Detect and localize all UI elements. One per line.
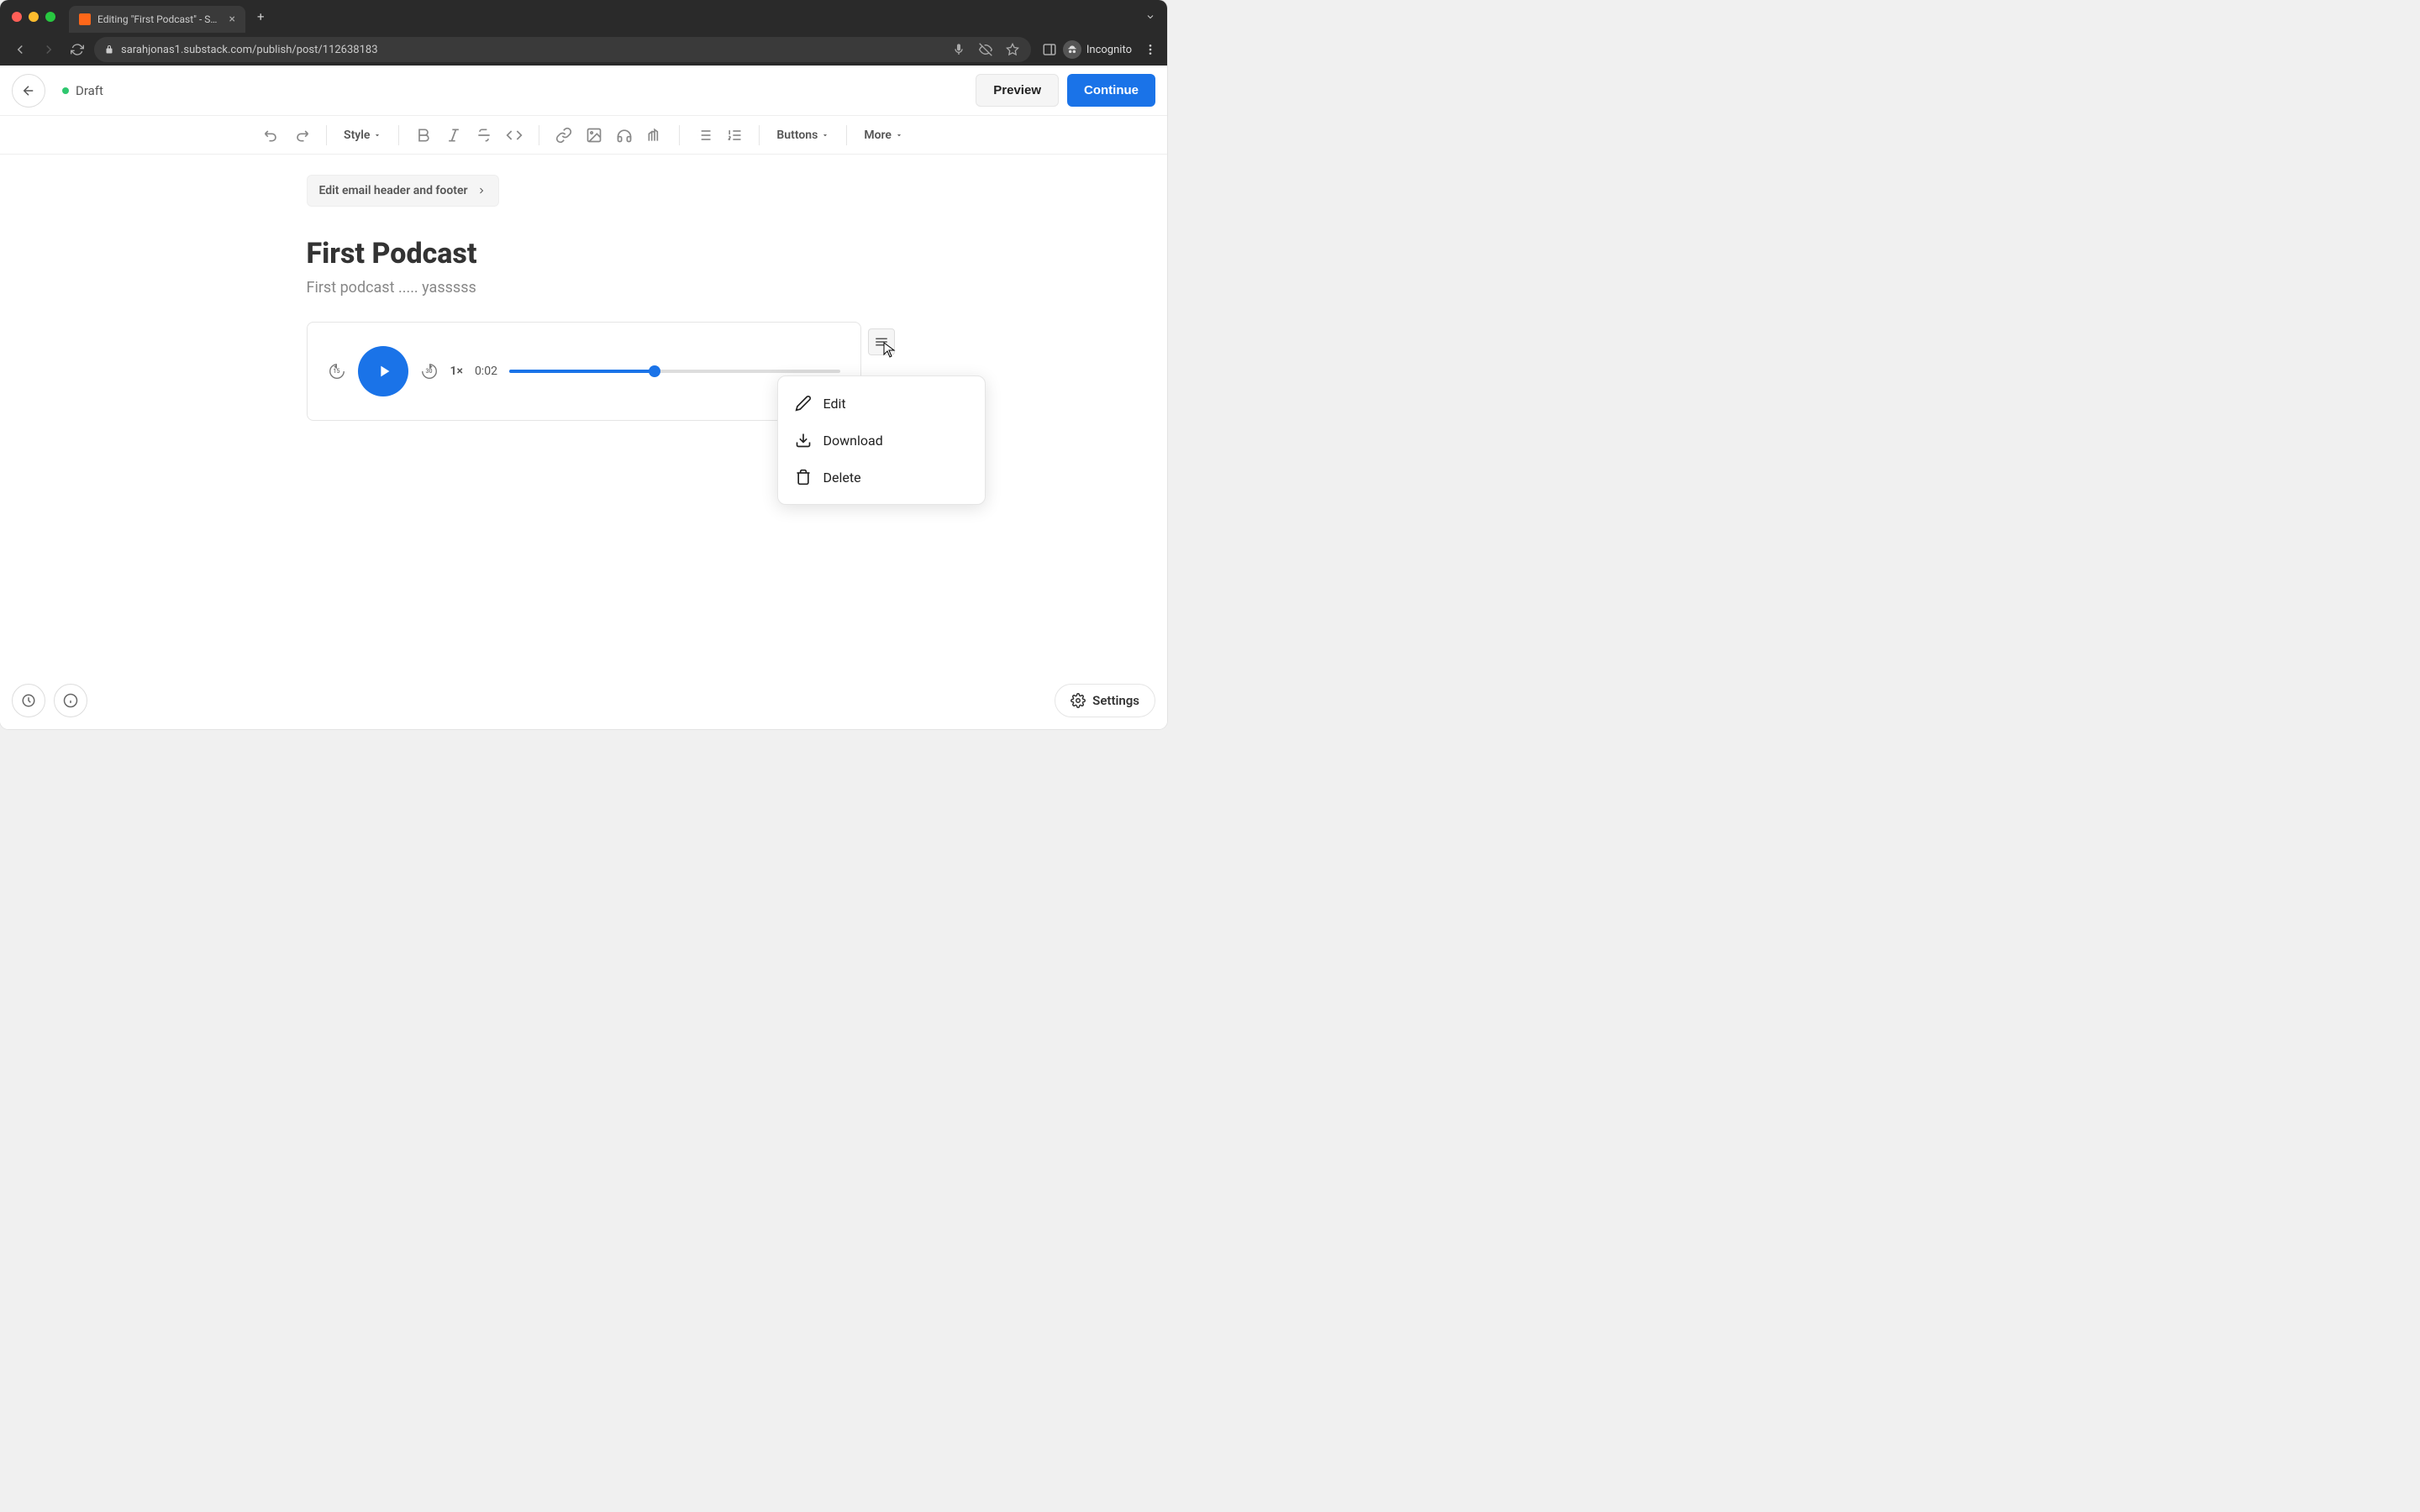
continue-button[interactable]: Continue [1067, 74, 1155, 107]
reload-button[interactable] [66, 38, 89, 61]
buttons-dropdown[interactable]: Buttons [770, 129, 836, 142]
browser-titlebar: Editing "First Podcast" - Subst × + [0, 0, 1167, 34]
audio-button[interactable] [610, 121, 639, 150]
app-content: Draft Preview Continue Style [0, 66, 1167, 729]
progress-fill [509, 370, 655, 373]
incognito-label: Incognito [1086, 44, 1132, 56]
editor-back-button[interactable] [12, 74, 45, 108]
italic-button[interactable] [439, 121, 468, 150]
post-title[interactable]: First Podcast [307, 237, 861, 270]
back-button[interactable] [8, 38, 32, 61]
audio-progress-slider[interactable] [509, 370, 840, 373]
voiceover-button[interactable] [640, 121, 669, 150]
menu-item-delete[interactable]: Delete [778, 459, 985, 496]
play-icon [375, 362, 393, 381]
bold-button[interactable] [409, 121, 438, 150]
history-icon [21, 693, 36, 708]
time-current: 0:02 [475, 365, 497, 378]
editor-area[interactable]: Edit email header and footer First Podca… [0, 155, 1167, 729]
preview-button[interactable]: Preview [976, 74, 1059, 107]
star-icon[interactable] [1004, 41, 1021, 58]
play-button[interactable] [358, 346, 408, 396]
numbered-list-button[interactable] [720, 121, 749, 150]
editor-toolbar: Style [0, 116, 1167, 155]
post-subtitle[interactable]: First podcast ..... yasssss [307, 279, 861, 297]
new-tab-button[interactable]: + [257, 9, 265, 24]
more-dropdown[interactable]: More [857, 129, 910, 142]
pencil-icon [795, 395, 812, 412]
image-button[interactable] [580, 121, 608, 150]
incognito-badge[interactable]: Incognito [1063, 40, 1132, 59]
settings-button[interactable]: Settings [1055, 684, 1155, 717]
status-dot-icon [62, 87, 69, 94]
window-close[interactable] [12, 12, 22, 22]
progress-thumb[interactable] [649, 365, 660, 377]
code-button[interactable] [500, 121, 529, 150]
history-button[interactable] [12, 684, 45, 717]
app-header: Draft Preview Continue [0, 66, 1167, 116]
link-button[interactable] [550, 121, 578, 150]
hamburger-icon [874, 334, 889, 349]
url-bar: sarahjonas1.substack.com/publish/post/11… [0, 34, 1167, 66]
forward-button[interactable] [37, 38, 60, 61]
menu-item-download[interactable]: Download [778, 422, 985, 459]
mic-icon[interactable] [950, 41, 967, 58]
status-label: Draft [76, 83, 103, 98]
tab-bar: Editing "First Podcast" - Subst × + [69, 1, 1145, 33]
gear-icon [1071, 693, 1086, 708]
tab-close-icon[interactable]: × [229, 13, 235, 26]
address-bar[interactable]: sarahjonas1.substack.com/publish/post/11… [94, 37, 1031, 62]
playback-speed-button[interactable]: 1× [450, 365, 463, 378]
undo-button[interactable] [257, 121, 286, 150]
info-button[interactable] [54, 684, 87, 717]
skip-back-15-button[interactable]: 15 [328, 362, 346, 381]
window-minimize[interactable] [29, 12, 39, 22]
browser-tab[interactable]: Editing "First Podcast" - Subst × [69, 6, 245, 33]
incognito-icon [1063, 40, 1081, 59]
trash-icon [795, 469, 812, 486]
draft-status: Draft [62, 83, 103, 98]
audio-context-menu: Edit Download Delete [777, 375, 986, 505]
chevron-down-icon[interactable] [1145, 9, 1155, 25]
menu-item-edit[interactable]: Edit [778, 385, 985, 422]
strikethrough-button[interactable] [470, 121, 498, 150]
redo-button[interactable] [287, 121, 316, 150]
bullet-list-button[interactable] [690, 121, 718, 150]
side-panel-icon[interactable] [1041, 41, 1058, 58]
style-dropdown[interactable]: Style [337, 129, 388, 142]
download-icon [795, 432, 812, 449]
lock-icon [104, 45, 114, 55]
window-maximize[interactable] [45, 12, 55, 22]
traffic-lights [12, 12, 55, 22]
eye-off-icon[interactable] [977, 41, 994, 58]
edit-email-header-button[interactable]: Edit email header and footer [307, 175, 499, 207]
substack-favicon-icon [79, 13, 91, 25]
browser-menu-button[interactable] [1142, 43, 1159, 56]
tab-title: Editing "First Podcast" - Subst [97, 13, 223, 25]
url-text: sarahjonas1.substack.com/publish/post/11… [121, 44, 378, 56]
audio-menu-button[interactable] [868, 328, 895, 355]
skip-forward-30-button[interactable]: 30 [420, 362, 439, 381]
chevron-right-icon [476, 186, 487, 196]
info-icon [63, 693, 78, 708]
footer-left [12, 684, 87, 717]
